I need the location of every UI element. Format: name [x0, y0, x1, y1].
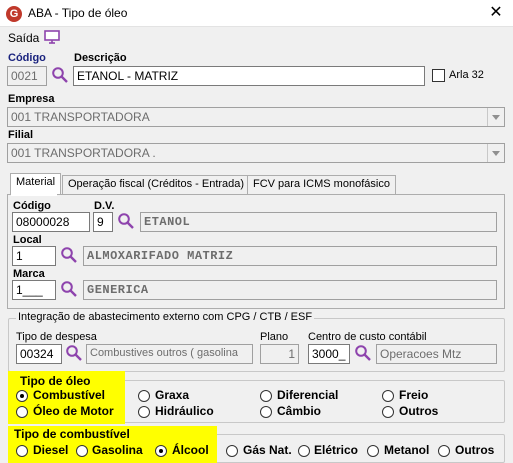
tipo-despesa-desc: Combustives outros ( gasolina [86, 344, 253, 364]
chevron-down-icon[interactable] [487, 108, 504, 126]
label-alcool: Álcool [172, 443, 209, 457]
mat-codigo-field[interactable]: 08000028 [12, 212, 90, 232]
empresa-label: Empresa [8, 93, 55, 105]
close-icon[interactable]: ✕ [485, 3, 507, 23]
filial-select[interactable]: 001 TRANSPORTADORA . [7, 143, 505, 163]
label-diesel: Diesel [33, 443, 69, 457]
integracao-title: Integração de abastecimento externo com … [16, 311, 315, 323]
label-freio: Freio [399, 388, 429, 402]
marca-code-field[interactable]: 1___ [12, 280, 56, 300]
plano-field: 1 [260, 344, 299, 364]
search-icon[interactable] [51, 66, 69, 84]
tab-fcv-icms[interactable]: FCV para ICMS monofásico [247, 175, 396, 194]
tipo-combustivel-title: Tipo de combustível [14, 427, 130, 441]
search-icon[interactable] [354, 344, 372, 362]
active-tab-connector [11, 193, 57, 196]
empresa-value: 001 TRANSPORTADORA [11, 110, 150, 124]
centro-custo-label: Centro de custo contábil [308, 331, 427, 343]
descricao-field[interactable]: ETANOL - MATRIZ [73, 66, 425, 86]
tipo-despesa-code[interactable]: 00324 [16, 344, 62, 364]
radio-outros-combustivel[interactable] [438, 445, 450, 457]
mat-dv-field[interactable]: 9 [93, 212, 113, 232]
label-gas-natural: Gás Nat. [243, 443, 292, 457]
empresa-select[interactable]: 001 TRANSPORTADORA [7, 107, 505, 127]
radio-oleo-motor[interactable] [16, 406, 28, 418]
label-hidraulico: Hidráulico [155, 404, 214, 418]
tab-material[interactable]: Material [10, 173, 62, 195]
label-oleo-motor: Óleo de Motor [33, 404, 114, 418]
label-gasolina: Gasolina [92, 443, 143, 457]
label-graxa: Graxa [155, 388, 190, 402]
tipo-despesa-label: Tipo de despesa [16, 331, 97, 343]
radio-freio[interactable] [382, 390, 394, 402]
window-title: ABA - Tipo de óleo [28, 6, 128, 20]
centro-custo-code[interactable]: 3000_ [308, 344, 350, 364]
search-icon[interactable] [65, 344, 83, 362]
radio-diesel[interactable] [16, 445, 28, 457]
radio-combustivel[interactable] [16, 390, 28, 402]
label-metanol: Metanol [384, 443, 430, 457]
arla-label: Arla 32 [449, 69, 484, 81]
monitor-icon[interactable] [44, 30, 60, 44]
radio-diferencial[interactable] [260, 390, 272, 402]
plano-label: Plano [260, 331, 289, 343]
radio-gasolina[interactable] [76, 445, 88, 457]
radio-gas-natural[interactable] [226, 445, 238, 457]
local-desc-field: ALMOXARIFADO MATRIZ [83, 246, 497, 266]
filial-label: Filial [8, 129, 34, 141]
centro-custo-desc: Operacoes Mtz [376, 344, 497, 364]
radio-eletrico[interactable] [298, 445, 310, 457]
mat-dv-label: D.V. [94, 200, 115, 212]
label-diferencial: Diferencial [277, 388, 339, 402]
radio-cambio[interactable] [260, 406, 272, 418]
label-eletrico: Elétrico [314, 443, 359, 457]
radio-graxa[interactable] [138, 390, 150, 402]
label-cambio: Câmbio [277, 404, 322, 418]
label-outros-combustivel: Outros [455, 443, 495, 457]
radio-outros-oleo[interactable] [382, 406, 394, 418]
menu-saida[interactable]: Saída [8, 31, 39, 45]
app-logo-icon: G [6, 6, 22, 22]
mat-desc-field: ETANOL [140, 212, 497, 232]
marca-desc-field: GENERICA [83, 280, 497, 300]
filial-value: 001 TRANSPORTADORA . [11, 146, 156, 160]
tab-operacao-fiscal[interactable]: Operação fiscal (Créditos - Entrada) [62, 175, 251, 194]
search-icon[interactable] [117, 212, 135, 230]
codigo-label: Código [8, 52, 46, 64]
chevron-down-icon[interactable] [487, 144, 504, 162]
descricao-label: Descrição [74, 52, 127, 64]
radio-hidraulico[interactable] [138, 406, 150, 418]
search-icon[interactable] [60, 246, 78, 264]
mat-codigo-label: Código [13, 200, 51, 212]
radio-alcool[interactable] [155, 445, 167, 457]
marca-label: Marca [13, 268, 45, 280]
search-icon[interactable] [60, 280, 78, 298]
radio-metanol[interactable] [367, 445, 379, 457]
tipo-oleo-title: Tipo de óleo [20, 374, 91, 388]
codigo-field[interactable]: 0021 [7, 66, 47, 86]
arla-checkbox[interactable] [432, 69, 445, 82]
local-code-field[interactable]: 1 [12, 246, 56, 266]
label-combustivel: Combustível [33, 388, 106, 402]
local-label: Local [13, 234, 42, 246]
label-outros-oleo: Outros [399, 404, 439, 418]
